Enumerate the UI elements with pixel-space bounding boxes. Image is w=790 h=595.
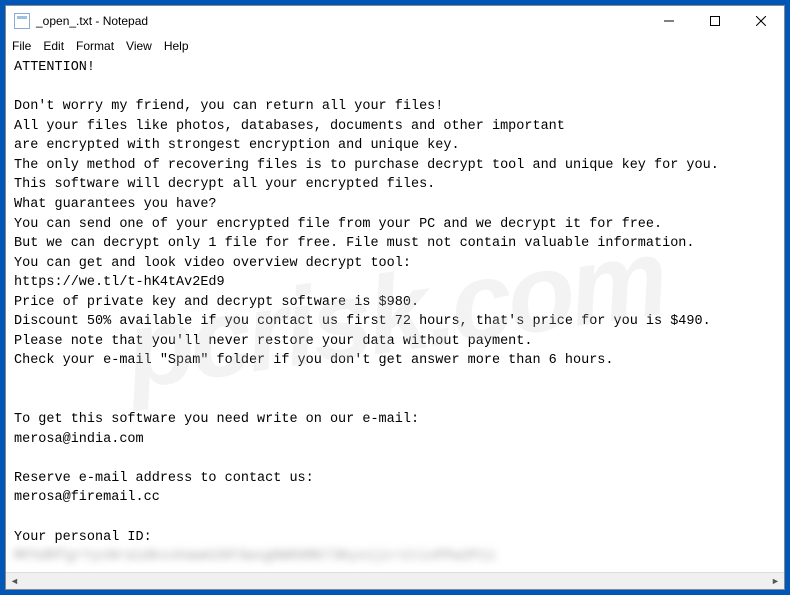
window-controls	[646, 6, 784, 36]
personal-id-blurred: MFhdRfgrYycNra1dkxshawA26F3wxg0W09RK73Ky…	[14, 547, 496, 567]
text-line: merosa@firemail.cc	[14, 490, 160, 505]
scroll-left-arrow-icon[interactable]: ◄	[6, 573, 23, 590]
text-line: You can get and look video overview decr…	[14, 256, 411, 271]
window-title: _open_.txt - Notepad	[36, 14, 646, 28]
maximize-button[interactable]	[692, 6, 738, 36]
text-line: This software will decrypt all your encr…	[14, 177, 435, 192]
scroll-right-arrow-icon[interactable]: ►	[767, 573, 784, 590]
menu-help[interactable]: Help	[162, 39, 191, 53]
text-line: Reserve e-mail address to contact us:	[14, 471, 314, 486]
scroll-track[interactable]	[23, 573, 767, 589]
titlebar: _open_.txt - Notepad	[6, 6, 784, 36]
menu-file[interactable]: File	[10, 39, 33, 53]
text-area[interactable]: ATTENTION! Don't worry my friend, you ca…	[6, 56, 784, 572]
text-line: Your personal ID:	[14, 530, 152, 545]
text-line: Price of private key and decrypt softwar…	[14, 295, 419, 310]
text-line: Don't worry my friend, you can return al…	[14, 99, 443, 114]
close-button[interactable]	[738, 6, 784, 36]
text-line: Discount 50% available if you contact us…	[14, 314, 711, 329]
notepad-window: _open_.txt - Notepad File Edit Format Vi…	[5, 5, 785, 590]
menu-edit[interactable]: Edit	[41, 39, 66, 53]
menubar: File Edit Format View Help	[6, 36, 784, 56]
menu-format[interactable]: Format	[74, 39, 116, 53]
text-line: ATTENTION!	[14, 60, 95, 75]
text-line: are encrypted with strongest encryption …	[14, 138, 460, 153]
text-line: Please note that you'll never restore yo…	[14, 334, 532, 349]
text-line: To get this software you need write on o…	[14, 412, 419, 427]
minimize-button[interactable]	[646, 6, 692, 36]
text-line: You can send one of your encrypted file …	[14, 217, 662, 232]
notepad-icon	[14, 13, 30, 29]
text-line: What guarantees you have?	[14, 197, 217, 212]
text-line: But we can decrypt only 1 file for free.…	[14, 236, 695, 251]
text-line: https://we.tl/t-hK4tAv2Ed9	[14, 275, 225, 290]
text-line: All your files like photos, databases, d…	[14, 119, 565, 134]
menu-view[interactable]: View	[124, 39, 154, 53]
text-line: Check your e-mail "Spam" folder if you d…	[14, 353, 614, 368]
horizontal-scrollbar[interactable]: ◄ ►	[6, 572, 784, 589]
text-line: The only method of recovering files is t…	[14, 158, 719, 173]
text-line: merosa@india.com	[14, 432, 144, 447]
